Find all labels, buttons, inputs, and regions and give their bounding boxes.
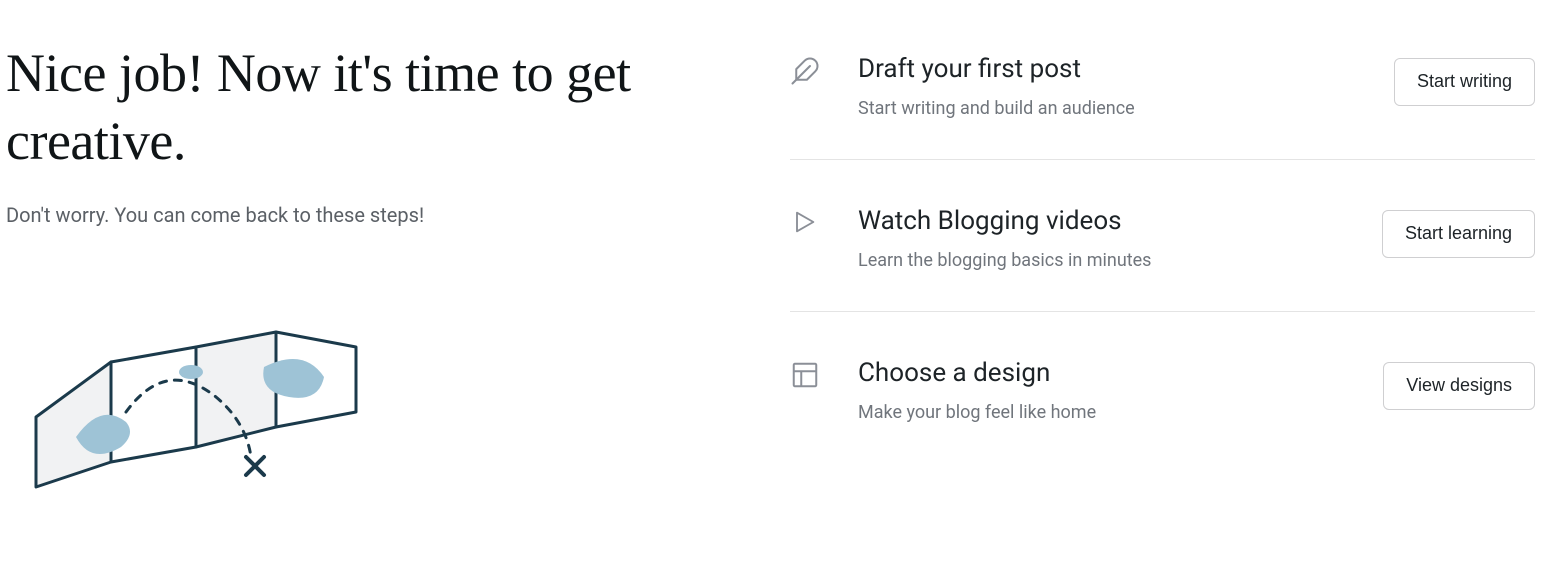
task-title: Choose a design [858,358,1363,388]
task-list: Draft your first post Start writing and … [790,40,1535,463]
page-title: Nice job! Now it's time to get creative. [6,40,720,175]
page-subtitle: Don't worry. You can come back to these … [6,203,720,227]
task-desc: Make your blog feel like home [858,402,1363,423]
play-icon [790,206,858,236]
start-learning-button[interactable]: Start learning [1382,210,1535,258]
view-designs-button[interactable]: View designs [1383,362,1535,410]
task-title: Watch Blogging videos [858,206,1362,236]
task-desc: Start writing and build an audience [858,98,1374,119]
layout-icon [790,358,858,390]
start-writing-button[interactable]: Start writing [1394,58,1535,106]
task-desc: Learn the blogging basics in minutes [858,250,1362,271]
map-illustration [16,307,720,511]
feather-icon [790,54,858,86]
task-choose-design: Choose a design Make your blog feel like… [790,312,1535,463]
task-title: Draft your first post [858,54,1374,84]
task-draft-post: Draft your first post Start writing and … [790,40,1535,160]
task-watch-videos: Watch Blogging videos Learn the blogging… [790,160,1535,312]
